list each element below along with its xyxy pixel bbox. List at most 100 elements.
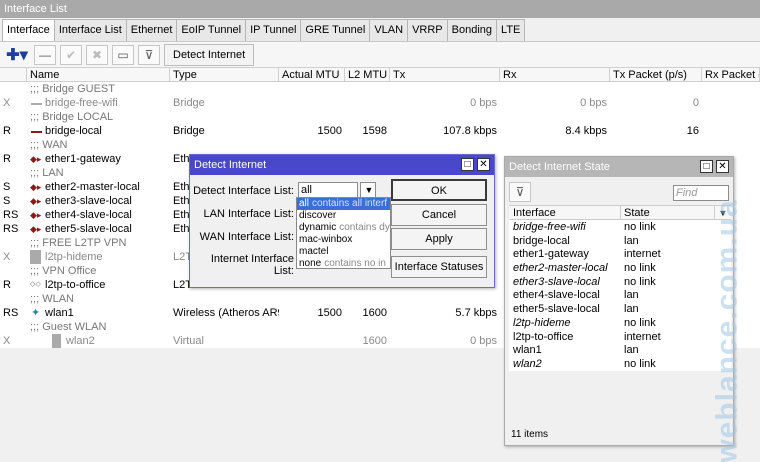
tab-ethernet[interactable]: Ethernet xyxy=(125,19,178,41)
wlan-icon xyxy=(51,334,64,348)
row-name: ether4-slave-local xyxy=(27,208,170,222)
ok-button[interactable]: OK xyxy=(391,179,487,201)
row-flag: RS xyxy=(3,209,19,221)
apply-button[interactable]: Apply xyxy=(391,228,487,250)
col-header-5[interactable]: Tx xyxy=(390,68,500,81)
col-header-1[interactable]: Name xyxy=(27,68,170,81)
enable-button[interactable]: ✔ xyxy=(60,44,82,65)
watermark-logo: weblance.com.ua xyxy=(700,200,756,462)
tab-gre-tunnel[interactable]: GRE Tunnel xyxy=(300,19,371,41)
tab-vlan[interactable]: VLAN xyxy=(369,19,409,41)
maximize-icon[interactable]: □ xyxy=(700,160,713,173)
dropdown-option[interactable]: mac-winbox xyxy=(297,234,390,246)
close-icon[interactable]: ✕ xyxy=(716,160,729,173)
row-type: Bridge xyxy=(173,125,205,137)
items-count: 11 items xyxy=(511,429,549,440)
lan-list-label: LAN Interface List: xyxy=(203,208,295,220)
cancel-button[interactable]: Cancel xyxy=(391,204,487,226)
tab-interface[interactable]: Interface xyxy=(2,19,55,42)
filter-button[interactable]: ⊽ xyxy=(509,182,531,202)
row-txp: 16 xyxy=(686,125,699,137)
option-hint: contains no in xyxy=(324,258,386,269)
row-name: l2tp-to-office xyxy=(27,278,170,292)
col-header-0[interactable] xyxy=(0,68,27,81)
state-iface: ether2-master-local xyxy=(513,262,608,275)
tab-bonding[interactable]: Bonding xyxy=(446,19,498,41)
comment-row: ;;; WAN xyxy=(0,138,760,152)
row-name: bridge-free-wifi xyxy=(27,96,170,110)
state-row[interactable]: ether1-gateway internet xyxy=(509,247,731,262)
row-flag: R xyxy=(3,153,11,165)
option-value: all xyxy=(299,198,310,209)
find-input[interactable]: Find xyxy=(673,185,729,201)
row-name-text: ether3-slave-local xyxy=(45,195,132,207)
state-iface: ether1-gateway xyxy=(513,248,589,261)
state-row[interactable]: ether3-slave-local no link xyxy=(509,274,731,289)
table-row[interactable]: Rbridge-local Bridge 1500 1598 107.8 kbps 8.4… xyxy=(0,124,760,138)
col-header-3[interactable]: Actual MTU xyxy=(279,68,345,81)
state-row[interactable]: bridge-local lan xyxy=(509,233,731,248)
col-interface[interactable]: Interface xyxy=(509,206,621,219)
dropdown-option[interactable]: mactel xyxy=(297,246,390,258)
maximize-icon[interactable]: □ xyxy=(461,158,474,171)
row-mtu: 1500 xyxy=(317,125,342,137)
detect-list-label: Detect Interface List: xyxy=(193,185,294,197)
col-header-8[interactable]: Rx Packet (p/s) xyxy=(702,68,760,81)
col-header-4[interactable]: L2 MTU xyxy=(345,68,390,81)
col-header-6[interactable]: Rx xyxy=(500,68,610,81)
state-row[interactable]: bridge-free-wifi no link xyxy=(509,220,731,234)
row-name: l2tp-hideme xyxy=(27,250,170,264)
row-flag: X xyxy=(3,251,11,263)
tab-ip-tunnel[interactable]: IP Tunnel xyxy=(245,19,302,41)
detect-internet-button[interactable]: Detect Internet xyxy=(164,43,255,66)
row-name-text: ether5-slave-local xyxy=(45,223,132,235)
row-l2mtu: 1600 xyxy=(362,307,387,319)
add-button[interactable]: ✚▾ xyxy=(4,45,30,65)
state-row[interactable]: ether5-slave-local lan xyxy=(509,302,731,316)
dropdown-option[interactable]: dynamic contains dy xyxy=(297,222,390,234)
tab-interface-list[interactable]: Interface List xyxy=(53,19,127,41)
interface-statuses-button[interactable]: Interface Statuses xyxy=(391,256,487,278)
option-hint: contains dy xyxy=(339,222,390,233)
col-header-2[interactable]: Type xyxy=(170,68,279,81)
row-name-text: wlan2 xyxy=(66,335,95,347)
row-flag: X xyxy=(3,335,11,347)
state-row[interactable]: wlan1 lan xyxy=(509,343,731,357)
table-row[interactable]: Xbridge-free-wifi Bridge 0 bps 0 bps 0 xyxy=(0,96,760,110)
state-row[interactable]: ether4-slave-local lan xyxy=(509,288,731,303)
state-row[interactable]: l2tp-hideme no link xyxy=(509,315,731,330)
col-header-7[interactable]: Tx Packet (p/s) xyxy=(610,68,702,81)
eth-icon xyxy=(30,194,43,208)
row-name: wlan1 xyxy=(27,306,170,320)
remove-button[interactable]: — xyxy=(34,44,56,65)
row-mtu xyxy=(279,96,345,110)
tab-lte[interactable]: LTE xyxy=(496,19,526,41)
row-l2mtu: 1598 xyxy=(362,125,387,137)
row-rx: 0 bps xyxy=(580,97,607,109)
state-row[interactable]: l2tp-to-office internet xyxy=(509,329,731,344)
row-name-text: l2tp-hideme xyxy=(45,251,103,263)
window-title: Interface List xyxy=(0,0,760,18)
tab-vrrp[interactable]: VRRP xyxy=(407,19,448,41)
state-row[interactable]: ether2-master-local no link xyxy=(509,261,731,275)
wlan-icon xyxy=(30,306,43,320)
state-title-bar: Detect Internet State □ ✕ xyxy=(505,157,733,177)
detect-list-dropdown-arrow[interactable]: ▼ xyxy=(360,182,376,198)
state-row[interactable]: wlan2 no link xyxy=(509,356,731,371)
dropdown-option[interactable]: discover xyxy=(297,210,390,222)
dropdown-option[interactable]: none contains no in xyxy=(297,258,390,270)
comment-text: ;;; Bridge GUEST xyxy=(30,83,115,95)
watermark-text: weblance.com.ua xyxy=(711,200,744,462)
row-name-text: ether4-slave-local xyxy=(45,209,132,221)
eth-icon xyxy=(30,180,43,194)
filter-button[interactable]: ⊽ xyxy=(138,44,160,65)
state-iface: l2tp-hideme xyxy=(513,316,571,329)
close-icon[interactable]: ✕ xyxy=(477,158,490,171)
eth-icon xyxy=(30,152,43,166)
comment-button[interactable]: ▭ xyxy=(112,44,134,65)
tab-eoip-tunnel[interactable]: EoIP Tunnel xyxy=(176,19,247,41)
dropdown-option[interactable]: all contains all interf xyxy=(297,198,390,210)
disable-button[interactable]: ✖ xyxy=(86,44,108,65)
row-name-text: bridge-free-wifi xyxy=(45,97,118,109)
detect-list-select[interactable]: all xyxy=(298,182,358,198)
